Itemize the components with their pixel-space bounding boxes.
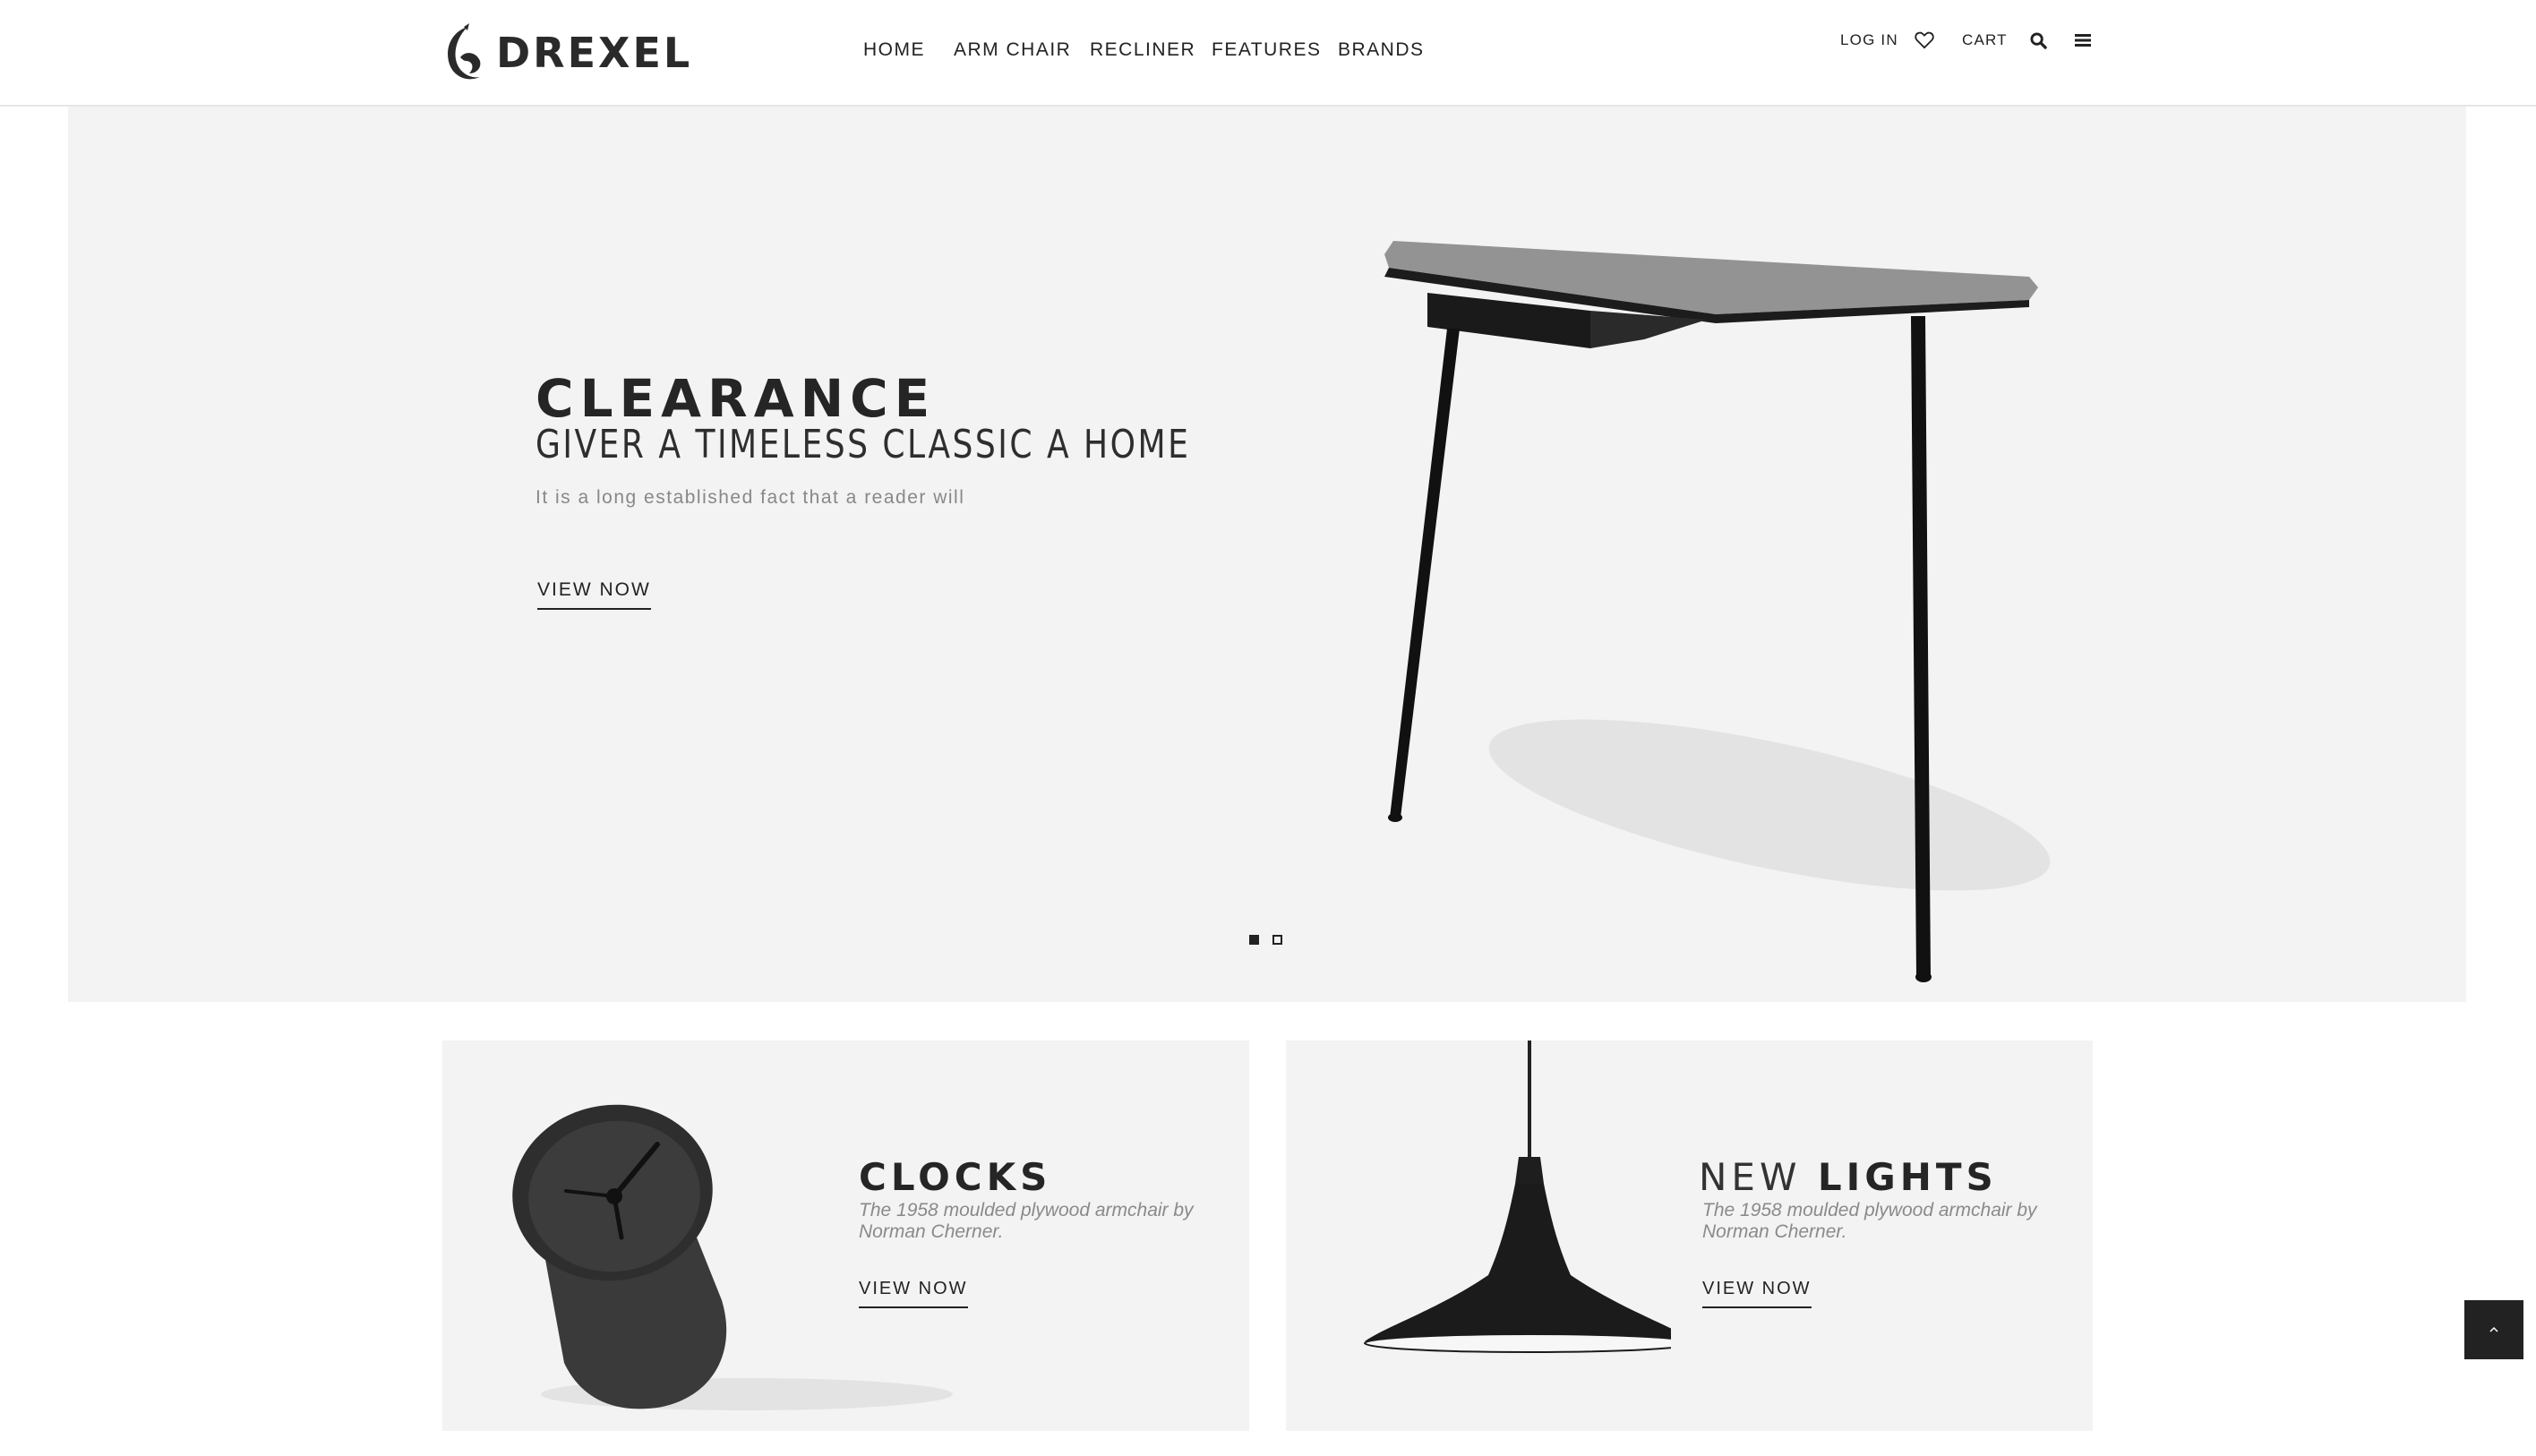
hero-view-now-button[interactable]: VIEW NOW (537, 579, 651, 610)
nav-item-features[interactable]: FEATURES (1212, 39, 1321, 61)
banner-lights[interactable]: NEW LIGHTS The 1958 moulded plywood armc… (1286, 1041, 2093, 1431)
slider-dot-1[interactable] (1249, 935, 1259, 945)
clock-product-image (512, 1104, 953, 1410)
hero-title: CLEARANCE (535, 368, 937, 429)
chevron-up-icon (2489, 1326, 2498, 1332)
site-header: DREXEL HOME ARM CHAIR RECLINER FEATURES … (0, 0, 2536, 107)
nav-item-recliner[interactable]: RECLINER (1090, 39, 1195, 61)
cart-label: CART (1962, 31, 2008, 48)
banner-title: NEW LIGHTS (1699, 1155, 1998, 1199)
desk-product-image (1384, 241, 2051, 982)
clocks-view-now-button[interactable]: VIEW NOW (859, 1279, 968, 1308)
banner-description: The 1958 moulded plywood armchair by Nor… (1702, 1200, 2037, 1242)
hero-slider: CLEARANCE GIVER A TIMELESS CLASSIC A HOM… (68, 107, 2466, 1002)
banner-description: The 1958 moulded plywood armchair by Nor… (859, 1200, 1194, 1242)
nav-item-brands[interactable]: BRANDS (1338, 39, 1425, 61)
banner-title-bold: CLOCKS (859, 1155, 1052, 1199)
menu-icon (2075, 34, 2091, 47)
heart-icon (1915, 31, 1934, 49)
drexel-logo-icon (448, 23, 481, 80)
back-to-top-button[interactable] (2464, 1300, 2523, 1359)
pendant-lamp-image (1364, 1041, 1671, 1353)
hero-description: It is a long established fact that a rea… (535, 487, 965, 508)
banner-title-light: NEW (1699, 1155, 1818, 1199)
wishlist-button[interactable] (1915, 27, 1934, 54)
nav-item-arm-chair[interactable]: ARM CHAIR (954, 39, 1071, 61)
login-label: LOG IN (1840, 31, 1898, 48)
logo[interactable]: DREXEL (441, 21, 692, 84)
menu-button[interactable] (2075, 27, 2091, 54)
search-button[interactable] (2030, 27, 2047, 54)
banner-clocks[interactable]: CLOCKS The 1958 moulded plywood armchair… (442, 1041, 1249, 1431)
banner-title: CLOCKS (859, 1155, 1051, 1199)
slider-dot-2[interactable] (1272, 935, 1282, 945)
cart-link[interactable]: CART (1962, 27, 2008, 54)
slider-pagination (1249, 935, 1296, 945)
banner-title-bold: LIGHTS (1817, 1155, 1998, 1199)
brand-name: DREXEL (496, 29, 693, 77)
login-link[interactable]: LOG IN (1840, 27, 1898, 54)
nav-item-home[interactable]: HOME (863, 39, 925, 61)
lights-view-now-button[interactable]: VIEW NOW (1702, 1279, 1812, 1308)
search-icon (2030, 31, 2047, 49)
hero-subtitle: GIVER A TIMELESS CLASSIC A HOME (535, 422, 1191, 467)
